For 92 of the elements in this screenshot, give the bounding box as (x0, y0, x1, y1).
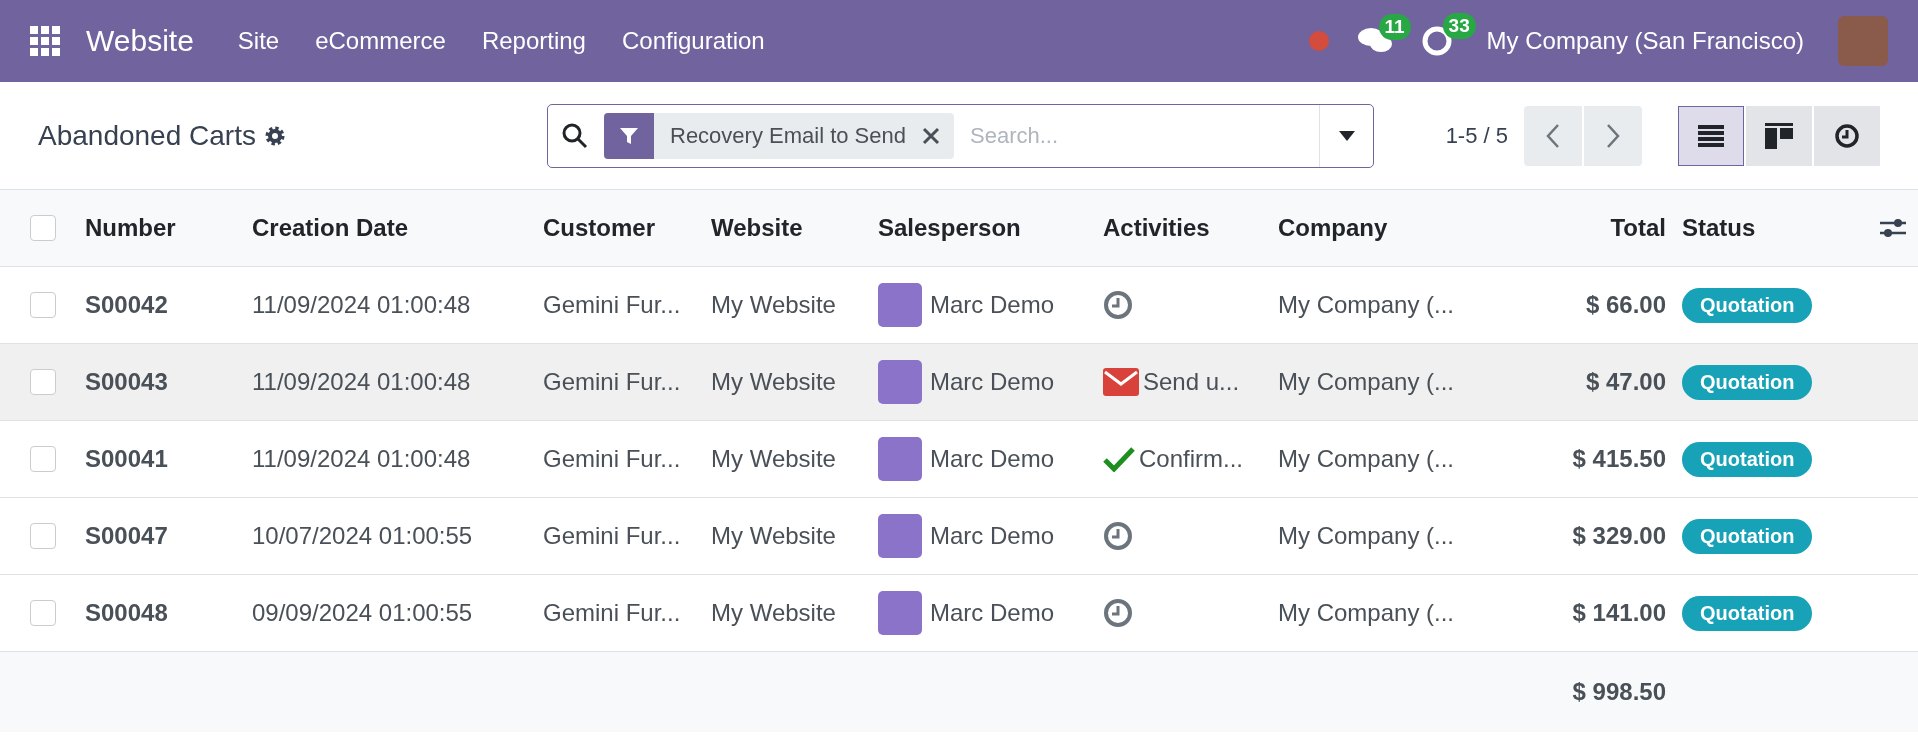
count-badge: 33 (1442, 13, 1476, 39)
row-checkbox[interactable] (30, 523, 56, 549)
column-header[interactable]: Salesperson (878, 214, 1103, 242)
column-header[interactable]: Total (1500, 214, 1682, 242)
page-title: Abandoned Carts (38, 119, 256, 152)
table-cell-text: My Company (... (1278, 522, 1456, 550)
activity-text: Confirm... (1139, 445, 1243, 473)
column-header[interactable]: Website (711, 214, 878, 242)
table-cell-text: $ 415.50 (1571, 445, 1667, 473)
total-sum: $ 998.50 (1571, 678, 1667, 706)
avatar-placeholder (878, 437, 922, 481)
status-badge: Quotation (1682, 364, 1813, 400)
table-cell-text: S00041 (85, 445, 169, 473)
column-header[interactable]: Status (1682, 214, 1852, 242)
column-header[interactable]: Creation Date (252, 214, 543, 242)
filter-icon (604, 112, 654, 159)
avatar-placeholder (878, 283, 922, 327)
caret-icon (1338, 130, 1355, 141)
table-cell: Marc Demo (930, 599, 1055, 627)
table-cell-text: My Website (711, 445, 837, 473)
table-cell-text: $ 47.00 (1584, 368, 1667, 396)
status-badge: Quotation (1682, 518, 1813, 554)
table-cell-text: 11/09/2024 01:00:48 (252, 368, 472, 396)
row-checkbox[interactable] (30, 600, 56, 626)
table-cell-text: My Company (... (1278, 599, 1456, 627)
table-cell-text: 11/09/2024 01:00:48 (252, 445, 472, 473)
row-checkbox[interactable] (30, 369, 56, 395)
table-cell-text: S00042 (85, 291, 169, 319)
table-cell-text: My Company (... (1278, 291, 1456, 319)
row-checkbox[interactable] (30, 446, 56, 472)
table-cell-text: $ 66.00 (1584, 291, 1667, 319)
avatar-placeholder (878, 514, 922, 558)
row-checkbox[interactable] (30, 292, 56, 318)
column-header[interactable]: Activities (1103, 214, 1278, 242)
table-row[interactable]: S00043 11/09/2024 01:00:48 Gemini Fur... My Website Marc Demo Send u... My Company (... $ 47.00 Quotation (0, 344, 1918, 421)
table-cell-text: Gemini Fur... (543, 522, 682, 550)
view-switch-button[interactable] (1814, 105, 1880, 166)
status-badge: Quotation (1682, 287, 1813, 323)
filter-label: Recovery Email to Send (669, 122, 907, 149)
select-all-checkbox[interactable] (30, 215, 56, 241)
status-badge: Quotation (1682, 441, 1813, 477)
close-icon[interactable] (922, 126, 940, 145)
table-cell-text: Gemini Fur... (543, 599, 682, 627)
menu-item[interactable]: eCommerce (297, 27, 464, 55)
table-cell-text: My Website (711, 522, 837, 550)
column-header[interactable]: Number (85, 214, 252, 242)
settings-icon[interactable] (263, 124, 286, 147)
recording-dot[interactable] (1308, 31, 1329, 51)
status-badge: Quotation (1682, 595, 1813, 631)
view-switch-button[interactable] (1746, 105, 1812, 166)
table-cell-text: $ 329.00 (1571, 522, 1667, 550)
table-cell-text: My Website (711, 599, 837, 627)
table-cell: Marc Demo (930, 445, 1055, 473)
avatar-placeholder (878, 360, 922, 404)
app-name: Website (86, 24, 194, 58)
table-cell-text: My Website (711, 291, 837, 319)
table-cell: Marc Demo (930, 522, 1055, 550)
table-cell: Marc Demo (930, 291, 1055, 319)
company-switcher[interactable]: My Company (San Francisco) (1480, 26, 1810, 56)
kanban-icon (1765, 122, 1793, 149)
column-header[interactable]: Company (1278, 214, 1500, 242)
table-cell-text: 11/09/2024 01:00:48 (252, 291, 472, 319)
table-cell: Marc Demo (930, 368, 1055, 396)
avatar-placeholder (878, 591, 922, 635)
search-icon[interactable] (562, 122, 588, 149)
view-switch-button[interactable] (1678, 105, 1744, 166)
column-header[interactable]: Customer (543, 214, 711, 242)
envelope-icon[interactable] (1103, 368, 1139, 396)
list-icon (1698, 124, 1724, 147)
menu-item[interactable]: Configuration (603, 27, 783, 55)
table-cell-text: 09/09/2024 01:00:55 (252, 599, 474, 627)
activity-text: Send u... (1143, 368, 1240, 396)
optional-columns-icon[interactable] (1880, 216, 1906, 240)
table-cell-text: S00048 (85, 599, 169, 627)
app-grid-icon[interactable] (30, 26, 60, 56)
checkmark-icon[interactable] (1103, 446, 1135, 472)
pager-value[interactable]: 1-5 / 5 (1445, 122, 1508, 149)
table-cell-text: Gemini Fur... (543, 368, 682, 396)
table-cell-text: S00043 (85, 368, 169, 396)
menu-item[interactable]: Site (219, 27, 298, 55)
table-cell-text: My Company (... (1278, 445, 1456, 473)
table-cell-text: My Company (... (1278, 368, 1456, 396)
table-cell-text: Gemini Fur... (543, 291, 682, 319)
table-cell-text: Gemini Fur... (543, 445, 682, 473)
table-cell-text: My Website (711, 368, 837, 396)
table-cell-text: $ 141.00 (1571, 599, 1667, 627)
table-cell-text: 10/07/2024 01:00:55 (252, 522, 474, 550)
count-badge: 11 (1378, 14, 1411, 40)
menu-item[interactable]: Reporting (463, 27, 604, 55)
chevron-right-icon (1606, 122, 1620, 149)
table-cell-text: S00047 (85, 522, 169, 550)
chevron-left-icon (1546, 122, 1560, 149)
